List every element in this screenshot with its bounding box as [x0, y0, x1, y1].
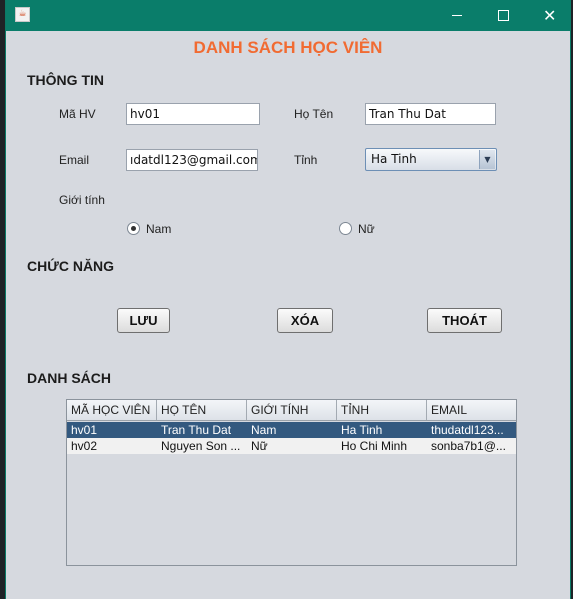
- table-cell: Nữ: [251, 439, 268, 453]
- title-bar[interactable]: ☕ ✕: [6, 0, 570, 31]
- section-list-title: DANH SÁCH: [27, 370, 111, 386]
- close-button[interactable]: ✕: [526, 0, 572, 31]
- email-label: Email: [59, 153, 90, 167]
- tinh-selected-value: Ha Tinh: [371, 152, 417, 166]
- table-body: hv01 Tran Thu Dat Nam Ha Tinh thudatdl12…: [67, 421, 516, 565]
- java-cup-icon: ☕: [15, 7, 30, 22]
- table-cell: Nam: [251, 423, 277, 437]
- radio-nam[interactable]: [127, 222, 140, 235]
- tinh-label: Tỉnh: [294, 153, 318, 167]
- delete-button[interactable]: XÓA: [277, 308, 333, 333]
- table-cell: Nguyen Son ...: [161, 439, 241, 453]
- exit-button[interactable]: THOÁT: [427, 308, 502, 333]
- column-header-gioi-tinh[interactable]: GIỚI TÍNH: [247, 400, 337, 420]
- section-info-title: THÔNG TIN: [27, 72, 104, 88]
- table-cell: hv02: [71, 439, 98, 453]
- radio-nu[interactable]: [339, 222, 352, 235]
- table-row[interactable]: hv02 Nguyen Son ... Nữ Ho Chi Minh sonba…: [67, 438, 516, 454]
- maximize-button[interactable]: [480, 0, 526, 31]
- ma-hv-label: Mã HV: [59, 107, 96, 121]
- column-header-ma-hv[interactable]: MÃ HỌC VIÊN: [67, 400, 157, 420]
- table-row[interactable]: hv01 Tran Thu Dat Nam Ha Tinh thudatdl12…: [67, 422, 516, 438]
- section-functions-title: CHỨC NĂNG: [27, 258, 115, 274]
- column-header-email[interactable]: EMAIL: [427, 400, 516, 420]
- chevron-down-icon[interactable]: ▼: [479, 150, 495, 169]
- ho-ten-label: Họ Tên: [294, 107, 334, 121]
- radio-selected-dot: [131, 226, 136, 231]
- close-icon: ✕: [543, 6, 557, 25]
- table-cell: thudatdl123...: [431, 423, 504, 437]
- table-cell: Ha Tinh: [341, 423, 383, 437]
- save-button[interactable]: LƯU: [117, 308, 170, 333]
- tinh-select[interactable]: Ha Tinh ▼: [365, 148, 497, 171]
- table-cell: hv01: [71, 423, 98, 437]
- app-window: ☕ ✕ DANH SÁCH HỌC VIÊN THÔNG TIN Mã HV h…: [5, 0, 571, 599]
- column-header-tinh[interactable]: TỈNH: [337, 400, 427, 420]
- maximize-icon: [498, 10, 509, 21]
- column-header-ho-ten[interactable]: HỌ TÊN: [157, 400, 247, 420]
- minimize-button[interactable]: [434, 0, 480, 31]
- ma-hv-field[interactable]: hv01: [126, 103, 260, 125]
- table-cell: Tran Thu Dat: [161, 423, 232, 437]
- student-table[interactable]: MÃ HỌC VIÊN HỌ TÊN GIỚI TÍNH TỈNH EMAIL …: [66, 399, 517, 566]
- radio-nu-label[interactable]: Nữ: [358, 222, 375, 236]
- ho-ten-field[interactable]: Tran Thu Dat: [365, 103, 496, 125]
- table-cell: Ho Chi Minh: [341, 439, 408, 453]
- gioi-tinh-label: Giới tính: [59, 193, 105, 207]
- radio-nam-label[interactable]: Nam: [146, 222, 171, 236]
- table-header: MÃ HỌC VIÊN HỌ TÊN GIỚI TÍNH TỈNH EMAIL: [67, 400, 516, 421]
- email-field[interactable]: ıdatdl123@gmail.com: [126, 149, 258, 171]
- minimize-icon: [452, 15, 462, 16]
- table-cell: sonba7b1@...: [431, 439, 506, 453]
- page-title: DANH SÁCH HỌC VIÊN: [193, 38, 383, 57]
